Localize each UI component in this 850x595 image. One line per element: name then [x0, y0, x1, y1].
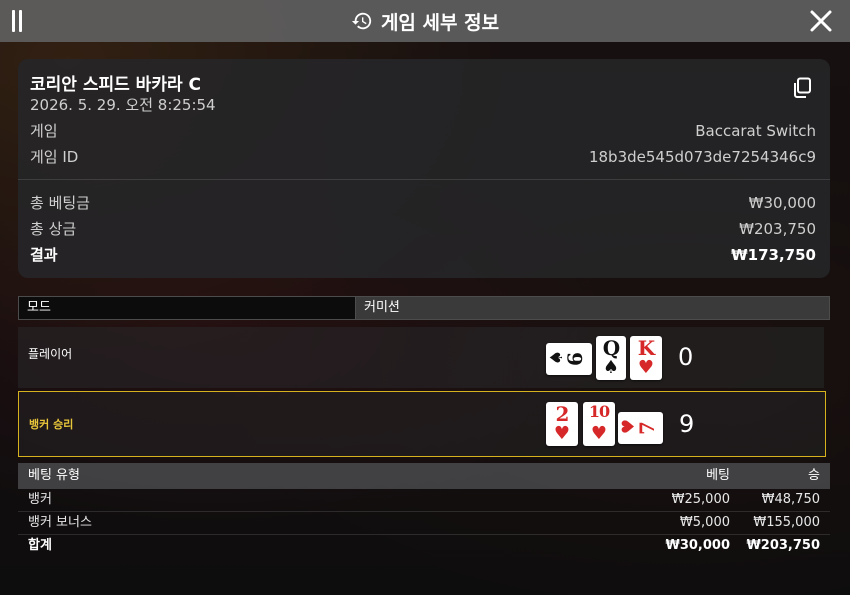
total-bet-label: 총 베팅금: [30, 194, 90, 212]
mode-label: 모드: [18, 296, 356, 320]
result-row: 결과 ₩173,750: [30, 245, 816, 265]
card-rank: Q: [602, 336, 620, 360]
total-win-row: 총 상금 ₩203,750: [30, 219, 816, 239]
result-value: ₩173,750: [731, 246, 816, 264]
playing-card: 7 ♥: [618, 412, 663, 444]
bets-table: 베팅 유형 베팅 승 뱅커 ₩25,000 ₩48,750 뱅커 보너스 ₩5,…: [18, 463, 830, 557]
game-row: 게임 Baccarat Switch: [30, 121, 816, 141]
total-win-label: 총 상금: [30, 220, 77, 238]
card-suit-icon: ♠: [602, 357, 620, 378]
win-amount: ₩203,750: [746, 538, 820, 553]
bet-amount: ₩25,000: [671, 492, 730, 507]
bet-type: 뱅커: [28, 492, 52, 507]
game-datetime: 2026. 5. 29. 오전 8:25:54: [30, 96, 216, 114]
table-row: 뱅커 ₩25,000 ₩48,750: [18, 489, 830, 512]
game-id-value[interactable]: 18b3de545d073de7254346c9: [589, 147, 816, 167]
game-label: 게임: [30, 122, 58, 140]
banker-win-label: 뱅커 승리: [29, 418, 74, 431]
player-label: 플레이어: [28, 347, 73, 361]
datetime-row: 2026. 5. 29. 오전 8:25:54: [30, 95, 816, 115]
card-suit-icon: ♥: [637, 357, 655, 378]
playing-card: 6 ♠: [546, 343, 592, 375]
game-id-row: 게임 ID 18b3de545d073de7254346c9: [30, 147, 816, 167]
game-id-label: 게임 ID: [30, 148, 79, 166]
card-suit-icon: ♥: [590, 423, 608, 444]
total-bet-row: 총 베팅금 ₩30,000: [30, 193, 816, 213]
win-amount-header: 승: [808, 468, 820, 483]
bet-amount: ₩30,000: [665, 538, 730, 553]
page-title: 게임 세부 정보: [380, 11, 500, 34]
playing-card: Q ♠: [596, 336, 626, 380]
bet-type-header: 베팅 유형: [28, 468, 80, 483]
mode-value: 커미션: [356, 296, 830, 320]
banker-hand: 뱅커 승리 2 ♥ 10 ♥ 7 ♥ 9: [18, 391, 826, 457]
card-rank: 2: [555, 402, 570, 426]
bet-amount-header: 베팅: [706, 468, 730, 483]
playing-card: K ♥: [630, 336, 662, 380]
mode-row: 모드 커미션: [18, 296, 830, 320]
playing-card: 2 ♥: [546, 402, 578, 446]
total-bet-value: ₩30,000: [748, 194, 816, 212]
win-amount: ₩48,750: [761, 492, 820, 507]
card-rank: 7: [634, 420, 659, 435]
card-rank: K: [637, 336, 655, 360]
player-score: 0: [678, 343, 694, 371]
table-row-total: 합계 ₩30,000 ₩203,750: [18, 535, 830, 557]
bet-amount: ₩5,000: [679, 515, 730, 530]
table-name: 코리안 스피드 바카라 C: [30, 75, 201, 95]
bet-type: 뱅커 보너스: [28, 515, 92, 530]
banker-score: 9: [679, 410, 695, 438]
close-icon[interactable]: [808, 8, 834, 34]
total-win-value: ₩203,750: [739, 220, 816, 238]
game-info-panel: 코리안 스피드 바카라 C 2026. 5. 29. 오전 8:25:54 게임…: [18, 59, 830, 278]
result-label: 결과: [30, 246, 58, 264]
bets-header-row: 베팅 유형 베팅 승: [18, 463, 830, 489]
card-suit-icon: ♥: [553, 423, 571, 444]
card-suit-icon: ♥: [618, 419, 639, 435]
bet-type: 합계: [28, 538, 52, 553]
playing-card: 10 ♥: [583, 402, 615, 446]
card-suit-icon: ♠: [546, 350, 567, 366]
divider: [18, 179, 830, 180]
player-hand: 플레이어 6 ♠ Q ♠ K ♥ 0: [18, 327, 824, 388]
card-rank: 10: [588, 402, 610, 421]
header-bar: 게임 세부 정보: [0, 0, 850, 42]
card-rank: 6: [563, 351, 588, 366]
table-row: 뱅커 보너스 ₩5,000 ₩155,000: [18, 512, 830, 535]
history-icon: [351, 12, 372, 30]
game-value: Baccarat Switch: [695, 122, 816, 140]
win-amount: ₩155,000: [753, 515, 820, 530]
title-group: 게임 세부 정보: [0, 0, 850, 42]
